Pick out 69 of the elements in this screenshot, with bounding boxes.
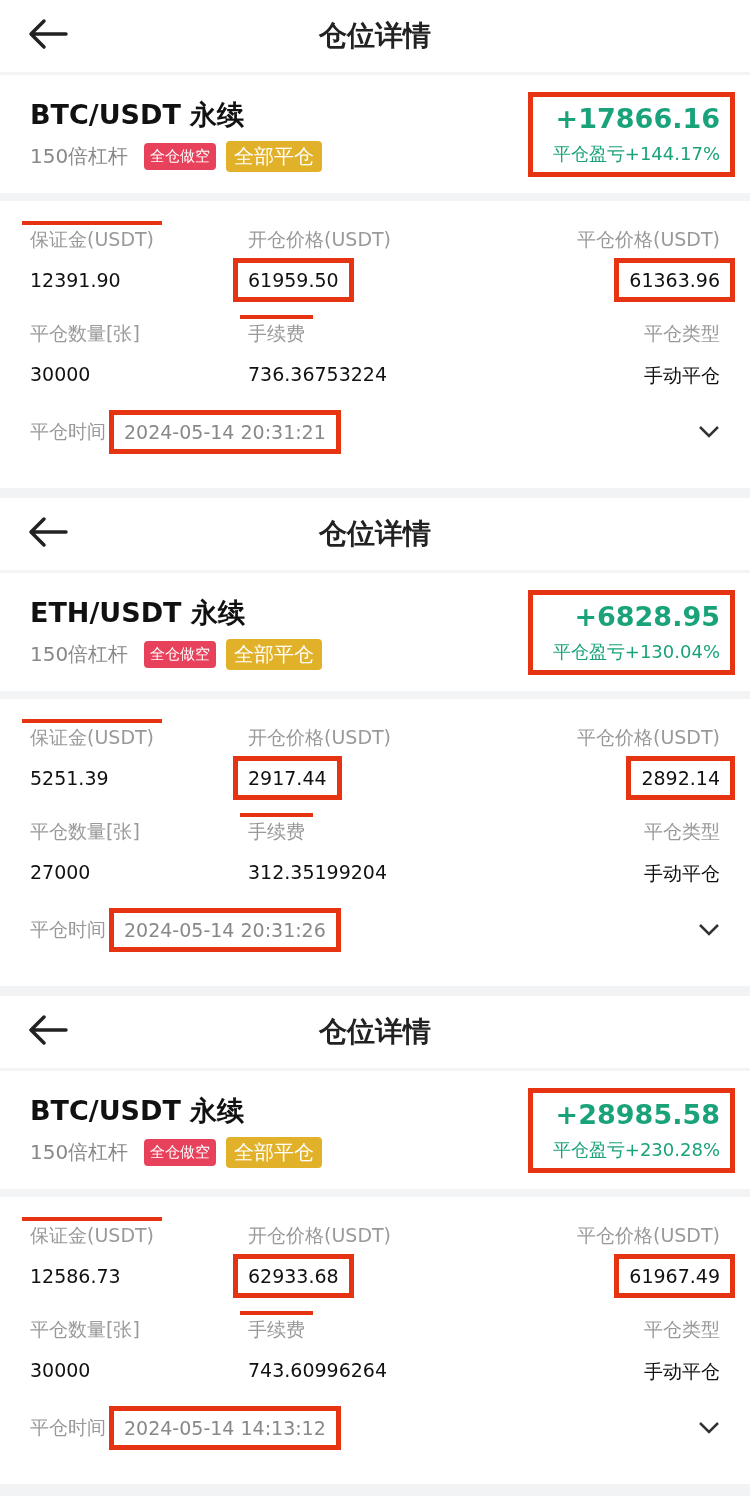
field-label: 保证金(USDT)	[30, 1224, 155, 1246]
pnl-ratio: 平仓盈亏+144.17%	[552, 141, 720, 166]
time-label: 平仓时间	[30, 419, 106, 444]
time-value: 2024-05-14 20:31:26	[124, 919, 326, 941]
side-tag: 全仓做空	[144, 142, 217, 170]
field-value: 30000	[30, 363, 91, 385]
field-value: 61959.50	[248, 269, 339, 291]
pnl-amount: +17866.16	[555, 102, 720, 134]
time-value: 2024-05-14 14:13:12	[124, 1417, 326, 1439]
field-value: 5251.39	[30, 767, 109, 789]
page-title: 仓位详情	[319, 18, 431, 54]
field-value: 27000	[30, 861, 91, 883]
leverage-label: 150倍杠杆	[30, 1138, 129, 1166]
side-tag: 全仓做空	[144, 640, 217, 668]
back-icon[interactable]	[28, 1014, 68, 1046]
symbol-title: BTC/USDT 永续	[30, 1093, 246, 1128]
field-value: 2892.14	[641, 767, 720, 789]
status-tag: 全部平仓	[226, 1136, 323, 1168]
leverage-label: 150倍杠杆	[30, 640, 129, 668]
field-value: 736.36753224	[248, 363, 387, 385]
field-value: 手动平仓	[644, 1359, 720, 1384]
field-value: 743.60996264	[248, 1359, 387, 1381]
chevron-down-icon[interactable]	[698, 425, 720, 439]
field-label: 开仓价格(USDT)	[248, 1224, 392, 1246]
symbol-title: BTC/USDT 永续	[30, 97, 246, 132]
field-label: 平仓价格(USDT)	[576, 1224, 720, 1246]
field-label: 手续费	[248, 1318, 305, 1340]
status-tag: 全部平仓	[226, 140, 323, 172]
chevron-down-icon[interactable]	[698, 923, 720, 937]
field-label: 平仓价格(USDT)	[576, 228, 720, 250]
side-tag: 全仓做空	[144, 1138, 217, 1166]
field-value: 手动平仓	[644, 363, 720, 388]
symbol-title: ETH/USDT 永续	[30, 595, 246, 630]
pnl-ratio: 平仓盈亏+230.28%	[552, 1137, 720, 1162]
field-label: 平仓类型	[644, 1318, 720, 1340]
field-label: 平仓类型	[644, 322, 720, 344]
back-icon[interactable]	[28, 18, 68, 50]
field-value: 30000	[30, 1359, 91, 1381]
field-label: 开仓价格(USDT)	[248, 228, 392, 250]
pnl-ratio: 平仓盈亏+130.04%	[552, 639, 720, 664]
pnl-amount: +6828.95	[574, 600, 720, 632]
status-tag: 全部平仓	[226, 638, 323, 670]
field-label: 保证金(USDT)	[30, 726, 155, 748]
field-value: 312.35199204	[248, 861, 387, 883]
field-value: 12391.90	[30, 269, 121, 291]
field-label: 平仓数量[张]	[30, 820, 140, 842]
chevron-down-icon[interactable]	[698, 1421, 720, 1435]
field-label: 平仓数量[张]	[30, 1318, 140, 1340]
field-label: 手续费	[248, 820, 305, 842]
field-value: 61363.96	[629, 269, 720, 291]
time-label: 平仓时间	[30, 917, 106, 942]
back-icon[interactable]	[28, 516, 68, 548]
field-value: 手动平仓	[644, 861, 720, 886]
field-value: 12586.73	[30, 1265, 121, 1287]
field-label: 保证金(USDT)	[30, 228, 155, 250]
field-label: 开仓价格(USDT)	[248, 726, 392, 748]
field-label: 手续费	[248, 322, 305, 344]
field-value: 61967.49	[629, 1265, 720, 1287]
leverage-label: 150倍杠杆	[30, 142, 129, 170]
field-value: 62933.68	[248, 1265, 339, 1287]
field-value: 2917.44	[248, 767, 327, 789]
page-title: 仓位详情	[319, 516, 431, 552]
page-title: 仓位详情	[319, 1014, 431, 1050]
time-value: 2024-05-14 20:31:21	[124, 421, 326, 443]
pnl-amount: +28985.58	[555, 1098, 720, 1130]
field-label: 平仓数量[张]	[30, 322, 140, 344]
field-label: 平仓类型	[644, 820, 720, 842]
field-label: 平仓价格(USDT)	[576, 726, 720, 748]
time-label: 平仓时间	[30, 1415, 106, 1440]
